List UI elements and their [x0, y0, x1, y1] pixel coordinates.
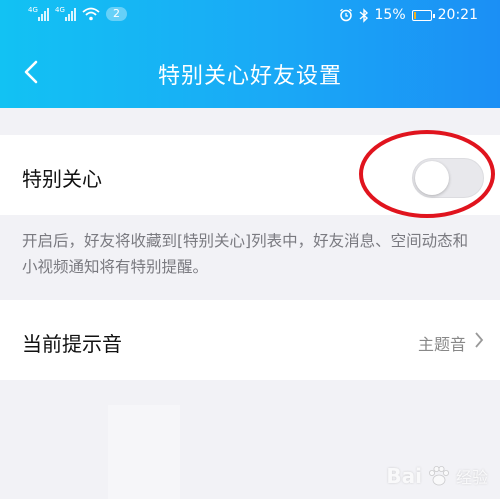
title-bar: 特别关心好友设置	[0, 44, 500, 100]
notification-sound-value: 主题音	[417, 335, 466, 354]
status-bar: 4G 4G 2 15% 20:21	[0, 0, 500, 34]
status-left: 4G 4G 2	[28, 5, 127, 21]
signal-type-label: 4G	[55, 5, 65, 14]
app-header: 4G 4G 2 15% 20:21 特别关心好友设置	[0, 0, 500, 108]
page-title: 特别关心好友设置	[157, 64, 342, 89]
bluetooth-icon	[359, 7, 368, 23]
notification-sound-row[interactable]: 当前提示音 主题音	[0, 300, 500, 380]
special-care-description: 开启后，好友将收藏到[特别关心]列表中，好友消息、空间动态和小视频通知将有特别提…	[22, 232, 469, 276]
notification-count-badge: 2	[106, 7, 127, 21]
wifi-icon	[82, 7, 100, 21]
signal-icon: 4G	[55, 5, 76, 21]
watermark-sub: 经验	[455, 468, 488, 487]
watermark-brand: Bai	[386, 464, 422, 488]
battery-percent: 15%	[374, 7, 406, 23]
special-care-label: 特别关心	[22, 167, 102, 191]
signal-icon: 4G	[28, 5, 49, 21]
annotation-circle	[359, 130, 495, 218]
chevron-right-icon	[475, 332, 484, 348]
paw-icon	[428, 466, 449, 486]
alarm-icon	[339, 8, 352, 22]
background-block	[108, 405, 180, 499]
notification-sound-label: 当前提示音	[22, 332, 122, 356]
clock: 20:21	[437, 7, 478, 23]
status-right: 15% 20:21	[339, 7, 478, 23]
battery-icon	[411, 9, 435, 21]
baidu-watermark: Bai 经验	[386, 463, 488, 489]
signal-type-label: 4G	[28, 5, 38, 14]
